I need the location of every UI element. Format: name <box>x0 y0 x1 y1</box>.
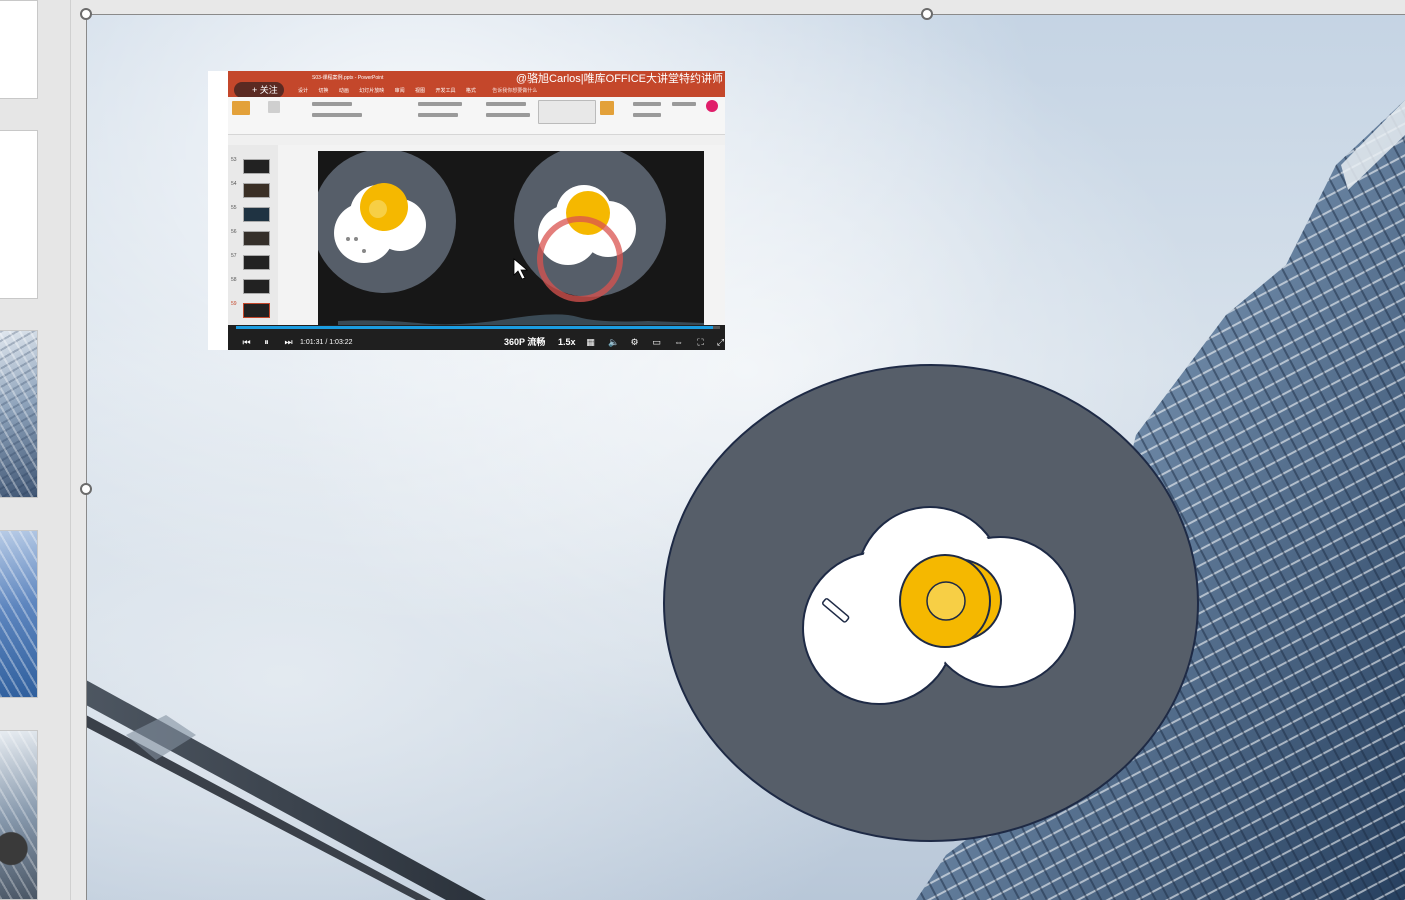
slide-number: 55 <box>231 205 237 211</box>
slide-thumbnail-pane[interactable] <box>0 0 71 900</box>
time-total: 1:03:22 <box>329 339 353 346</box>
ppt-app-title: S03-课程案例.pptx - PowerPoint <box>312 75 384 81</box>
ppt-egg-slide <box>318 151 704 326</box>
mini-slide <box>243 255 270 270</box>
ppt-ribbon <box>228 97 725 135</box>
video-control-bar[interactable]: ⏮ ⏸ ⏭ 1:01:31 / 1:03:22 360P 流畅 1.5x ▦ 🔈… <box>228 325 725 350</box>
video-screenshot-image[interactable]: S03-课程案例.pptx - PowerPoint @骆旭Carlos|唯库O… <box>208 71 725 350</box>
volume-icon[interactable]: 🔈 <box>608 338 619 347</box>
ppt-tell-me: 告诉我你想要做什么 <box>492 88 538 94</box>
slide-thumbnail[interactable] <box>0 0 38 99</box>
slide-number: 57 <box>231 253 237 259</box>
ppt-slide-stage <box>318 151 704 326</box>
video-progress-fill <box>236 326 713 329</box>
mini-slide <box>243 279 270 294</box>
danmaku-icon[interactable]: ▦ <box>586 338 595 347</box>
slide-thumbnail[interactable] <box>0 730 38 900</box>
ppt-quick-access <box>228 135 725 145</box>
speed-selector[interactable]: 1.5x <box>558 335 576 350</box>
ppt-tab: 格式 <box>465 88 476 94</box>
mini-slide <box>243 207 270 222</box>
time-separator: / <box>325 339 328 346</box>
slide-number: 56 <box>231 229 237 235</box>
ppt-tab: 视图 <box>415 88 426 94</box>
slide-number: 58 <box>231 277 237 283</box>
widescreen-icon[interactable]: ⇔ <box>674 338 683 347</box>
yolk-highlight <box>926 581 966 621</box>
pause-icon[interactable]: ⏸ <box>262 338 271 347</box>
video-player-controls: ⏮ ⏸ ⏭ 1:01:31 / 1:03:22 360P 流畅 1.5x ▦ 🔈… <box>228 335 725 350</box>
video-progress-track[interactable] <box>236 326 720 329</box>
previous-icon[interactable]: ⏮ <box>242 338 251 347</box>
ppt-tab: 幻灯片放映 <box>359 88 385 94</box>
video-player: S03-课程案例.pptx - PowerPoint @骆旭Carlos|唯库O… <box>228 71 725 350</box>
next-icon[interactable]: ⏭ <box>284 338 293 347</box>
slide-number: 59 <box>231 301 237 307</box>
resize-handle-top-middle[interactable] <box>921 8 933 20</box>
ppt-tab: 开发工具 <box>435 88 456 94</box>
slide-thumbnail[interactable] <box>0 130 38 299</box>
slide-number: 53 <box>231 157 237 163</box>
ppt-tab: 切换 <box>318 88 329 94</box>
selection-top-edge <box>86 14 1405 15</box>
ppt-ribbon-tabs: 设计 切换 动画 幻灯片放映 审阅 视图 开发工具 格式 告诉我你想要做什么 <box>228 85 725 97</box>
mini-slide <box>243 303 270 318</box>
settings-icon[interactable]: ⚙ <box>630 338 639 347</box>
expand-icon[interactable]: ⤢ <box>716 338 725 347</box>
resize-handle-top-left[interactable] <box>80 8 92 20</box>
quality-selector[interactable]: 360P 流畅 <box>504 335 545 350</box>
ppt-tab: 设计 <box>298 88 309 94</box>
slide-thumbnail[interactable] <box>0 330 38 498</box>
ppt-tab: 审阅 <box>394 88 405 94</box>
ppt-slide-list: 53 54 55 56 57 58 59 <box>228 145 278 325</box>
mini-slide <box>243 159 270 174</box>
slide-thumbnail[interactable] <box>0 530 38 698</box>
ppt-titlebar: S03-课程案例.pptx - PowerPoint @骆旭Carlos|唯库O… <box>228 71 725 85</box>
follow-button[interactable]: + 关注 <box>234 82 284 98</box>
time-current: 1:01:31 <box>300 339 324 346</box>
ppt-tab: 动画 <box>338 88 349 94</box>
pip-icon[interactable]: ▭ <box>652 338 661 347</box>
selection-left-edge <box>86 14 87 900</box>
time-readout: 1:01:31 / 1:03:22 <box>300 335 353 350</box>
fullscreen-icon[interactable]: ⛶ <box>696 338 705 347</box>
slide-number: 54 <box>231 181 237 187</box>
mini-slide <box>243 183 270 198</box>
resize-handle-middle-left[interactable] <box>80 483 92 495</box>
mini-slide <box>243 231 270 246</box>
